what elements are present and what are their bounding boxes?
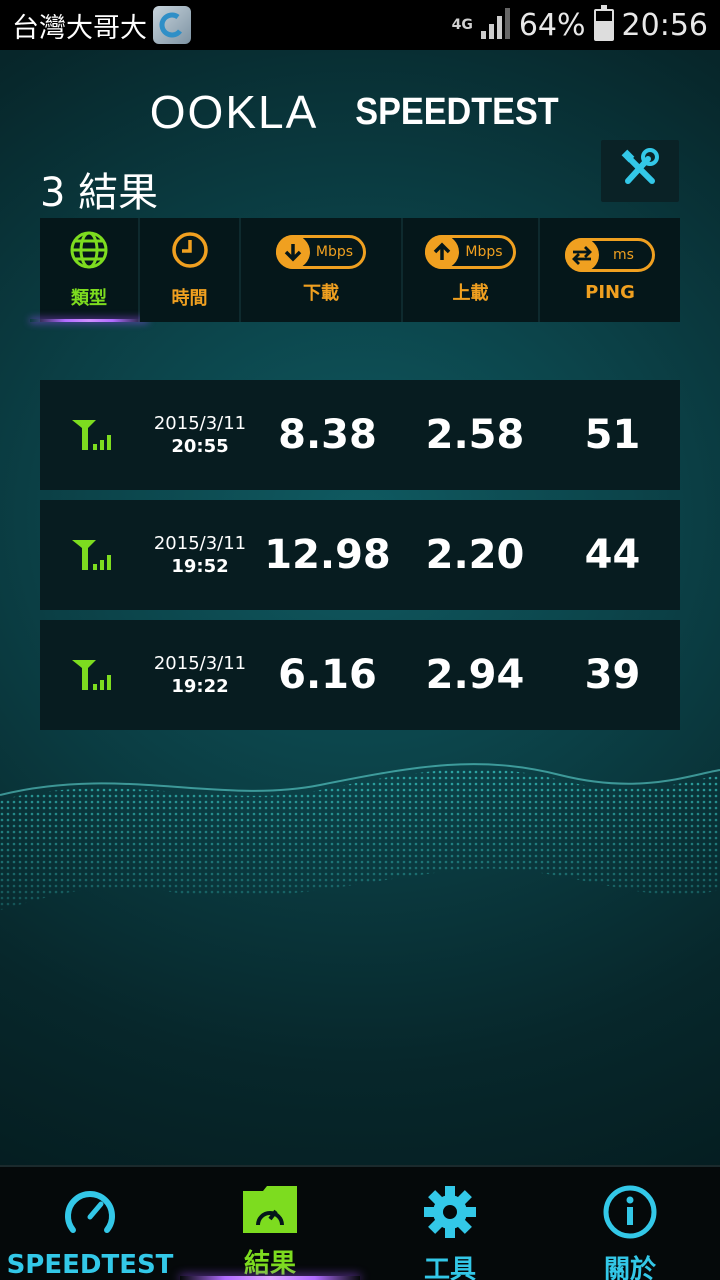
sort-by-ping[interactable]: ms PING (540, 218, 680, 322)
arrow-down-icon (275, 235, 310, 269)
result-row[interactable]: 2015/3/11 19:22 6.16 2.94 39 (40, 620, 680, 730)
results-count-title: 3 結果 (40, 170, 159, 216)
result-date: 2015/3/11 (153, 653, 247, 674)
result-download: 12.98 (264, 532, 391, 578)
result-ping: 44 (584, 532, 641, 578)
clock-time: 20:56 (621, 7, 708, 43)
gear-icon (421, 1183, 479, 1241)
result-time: 20:55 (171, 436, 229, 457)
status-bar: 台灣大哥大 4G 64% 20:56 (0, 0, 720, 50)
result-download: 6.16 (278, 652, 377, 698)
clock-icon (170, 230, 210, 274)
sort-type-label: 類型 (71, 288, 107, 309)
decorative-wave (0, 763, 720, 910)
results-screen: OOKLA SPEEDTEST 3 結果 類型 時間 Mbps 下載 Mbps … (0, 50, 720, 1165)
sort-header: 類型 時間 Mbps 下載 Mbps 上載 ms PING (30, 218, 680, 322)
cellular-signal-icon (40, 538, 145, 572)
result-datetime: 2015/3/11 20:55 (145, 412, 255, 458)
active-sort-indicator (30, 319, 148, 322)
battery-icon (593, 5, 614, 41)
logo-ookla: OOKLA (149, 86, 319, 138)
sort-by-download[interactable]: Mbps 下載 (241, 218, 401, 322)
nav-speedtest-label: SPEEDTEST (6, 1250, 174, 1280)
bottom-navigation: SPEEDTEST 結果 工具 關於 (0, 1165, 720, 1280)
swap-arrows-icon (565, 237, 600, 272)
nav-results[interactable]: 結果 (180, 1167, 360, 1280)
tools-button[interactable] (601, 140, 679, 202)
result-datetime: 2015/3/11 19:52 (145, 532, 255, 578)
globe-icon (69, 230, 109, 274)
result-download: 8.38 (278, 412, 377, 458)
battery-percent: 64% (518, 7, 586, 43)
carrier-name: 台灣大哥大 (12, 12, 147, 44)
arrow-up-icon (425, 235, 460, 269)
upload-unit-pill: Mbps (425, 235, 516, 269)
app-logo: OOKLA SPEEDTEST (0, 85, 720, 139)
info-icon (601, 1183, 659, 1241)
result-ping: 39 (584, 652, 641, 698)
upload-unit: Mbps (465, 244, 503, 260)
network-type: 4G (451, 17, 473, 33)
result-time: 19:52 (171, 556, 229, 577)
speedometer-icon (61, 1183, 119, 1242)
download-unit-pill: Mbps (275, 235, 367, 269)
carrier-app-icon (153, 6, 191, 44)
nav-results-label: 結果 (243, 1249, 296, 1279)
result-upload: 2.58 (425, 412, 525, 458)
result-date: 2015/3/11 (153, 533, 247, 554)
sort-time-label: 時間 (171, 288, 208, 309)
active-tab-indicator (180, 1276, 360, 1280)
cellular-signal-icon (40, 658, 145, 692)
nav-tools[interactable]: 工具 (360, 1167, 540, 1280)
result-upload: 2.94 (425, 652, 525, 698)
sort-by-type[interactable]: 類型 (30, 218, 148, 322)
result-datetime: 2015/3/11 19:22 (145, 652, 255, 698)
result-date: 2015/3/11 (153, 413, 247, 434)
result-row[interactable]: 2015/3/11 19:52 12.98 2.20 44 (40, 500, 680, 610)
logo-speedtest: SPEEDTEST (355, 90, 559, 133)
sort-upload-label: 上載 (452, 283, 489, 304)
result-upload: 2.20 (425, 532, 525, 578)
nav-speedtest[interactable]: SPEEDTEST (0, 1167, 180, 1280)
results-folder-icon (241, 1183, 299, 1235)
cellular-signal-icon (40, 418, 145, 452)
sort-by-upload[interactable]: Mbps 上載 (403, 218, 538, 322)
nav-about-label: 關於 (603, 1255, 656, 1280)
nav-tools-label: 工具 (423, 1255, 476, 1280)
nav-about[interactable]: 關於 (540, 1167, 720, 1280)
result-ping: 51 (584, 412, 641, 458)
download-unit: Mbps (315, 244, 354, 260)
result-time: 19:22 (171, 676, 229, 697)
sort-ping-label: PING (585, 281, 635, 303)
ping-unit-pill: ms (565, 237, 655, 272)
sort-download-label: 下載 (303, 283, 339, 304)
signal-strength-icon (480, 7, 511, 43)
ping-unit: ms (613, 246, 634, 263)
result-row[interactable]: 2015/3/11 20:55 8.38 2.58 51 (40, 380, 680, 490)
wrench-screwdriver-icon (618, 147, 662, 195)
sort-by-time[interactable]: 時間 (140, 218, 239, 322)
